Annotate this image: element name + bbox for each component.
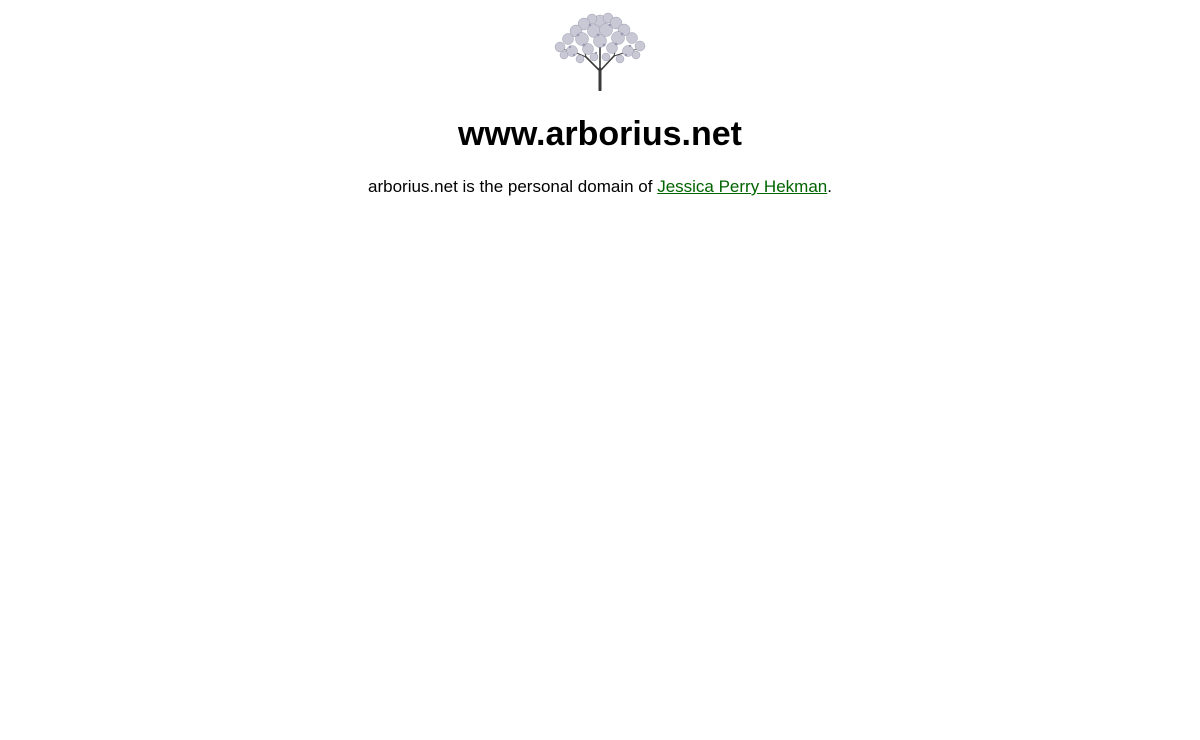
- intro-period: .: [827, 177, 832, 196]
- intro-paragraph: arborius.net is the personal domain of J…: [0, 175, 1200, 199]
- page: www.arborius.net arborius.net is the per…: [0, 0, 1200, 740]
- tree-logo: [550, 9, 650, 91]
- tree-icon: [554, 12, 646, 91]
- page-title: www.arborius.net: [457, 115, 742, 153]
- intro-text: arborius.net is the personal domain of: [368, 177, 658, 196]
- author-link[interactable]: Jessica Perry Hekman: [657, 177, 827, 196]
